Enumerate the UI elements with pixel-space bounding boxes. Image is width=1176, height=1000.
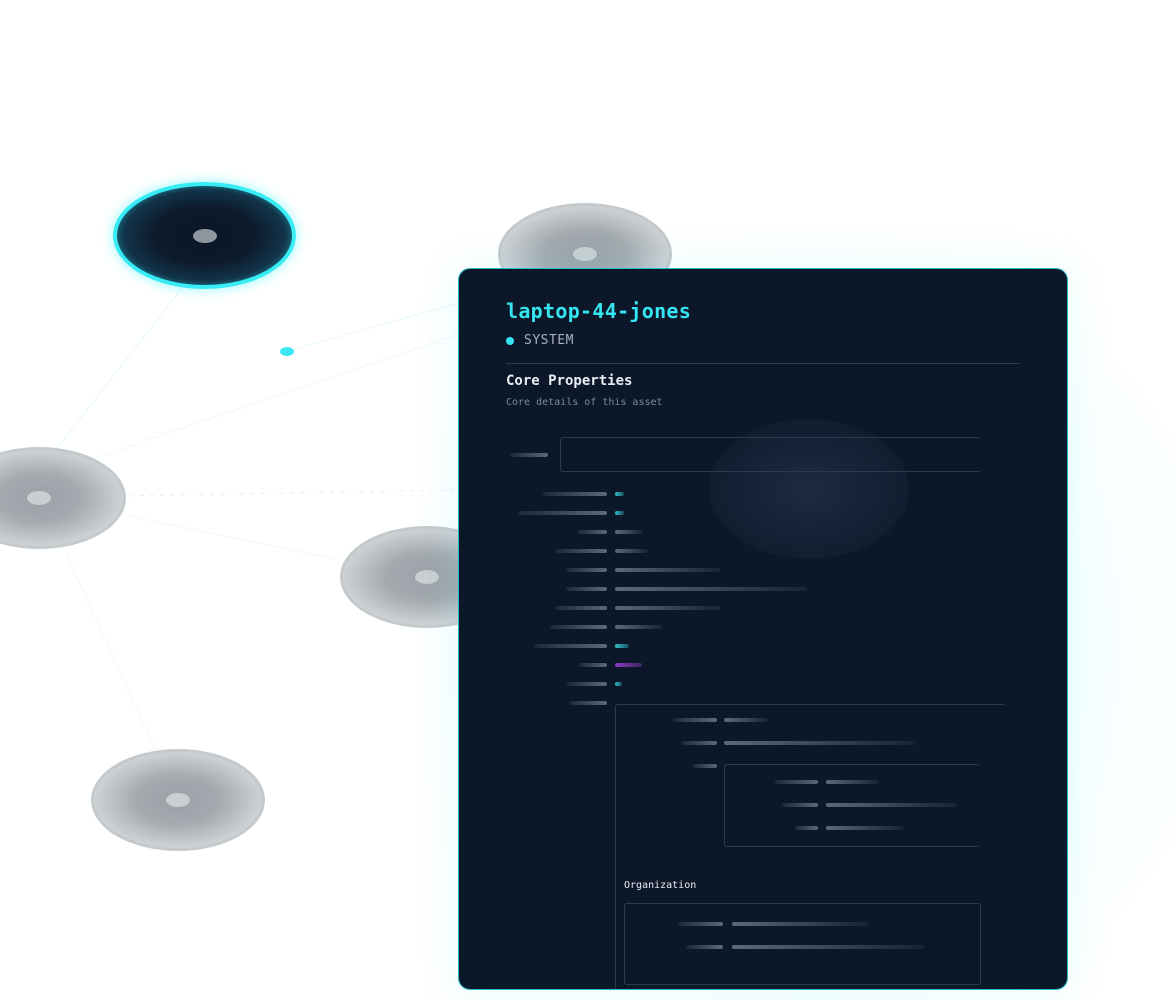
- property-value-placeholder: [615, 530, 643, 534]
- property-value-placeholder: [732, 945, 924, 949]
- graph-node[interactable]: [91, 749, 265, 851]
- graph-node-selected[interactable]: [113, 182, 296, 289]
- property-label-placeholder: [693, 764, 717, 768]
- property-label-placeholder: [534, 644, 607, 648]
- nested-section-title: Organization: [624, 880, 697, 891]
- nested-object-box: [624, 903, 981, 985]
- property-value-placeholder: [724, 718, 769, 722]
- property-label-placeholder: [775, 780, 818, 784]
- divider: [506, 363, 1019, 364]
- property-label-placeholder: [555, 606, 607, 610]
- section-subtitle: Core details of this asset: [506, 397, 663, 408]
- asset-title: laptop-44-jones: [506, 299, 692, 323]
- property-value-placeholder: [826, 803, 956, 807]
- property-label-placeholder: [556, 549, 607, 553]
- property-value-placeholder: [732, 922, 868, 926]
- property-value-placeholder: [615, 511, 624, 515]
- graph-edge-handle: [280, 347, 294, 356]
- property-value-placeholder: [826, 780, 879, 784]
- property-value-placeholder: [615, 663, 642, 667]
- asset-type-label: SYSTEM: [524, 333, 574, 348]
- property-value-placeholder: [615, 682, 622, 686]
- property-label-placeholder: [578, 530, 607, 534]
- property-label-placeholder: [566, 568, 607, 572]
- asset-type: SYSTEM: [506, 333, 574, 348]
- property-label-placeholder: [579, 663, 607, 667]
- asset-detail-panel: laptop-44-jones SYSTEM Core Properties C…: [458, 268, 1068, 990]
- property-value-placeholder: [615, 492, 624, 496]
- property-value-placeholder: [615, 587, 807, 591]
- graph-canvas: laptop-44-jones SYSTEM Core Properties C…: [0, 0, 1176, 1000]
- property-label-placeholder: [782, 803, 818, 807]
- property-value-placeholder: [826, 826, 904, 830]
- property-value-placeholder: [615, 625, 662, 629]
- property-value-placeholder: [615, 568, 721, 572]
- property-label-placeholder: [567, 682, 607, 686]
- property-value-placeholder: [724, 741, 916, 745]
- property-label-placeholder: [686, 945, 723, 949]
- property-input[interactable]: [560, 437, 981, 472]
- property-label-placeholder: [569, 701, 607, 705]
- property-value-placeholder: [615, 606, 721, 610]
- dot-icon: [506, 336, 514, 345]
- property-label-placeholder: [518, 511, 607, 515]
- property-value-placeholder: [615, 644, 629, 648]
- property-label-placeholder: [566, 587, 607, 591]
- section-title: Core Properties: [506, 373, 633, 389]
- property-label-placeholder: [550, 625, 607, 629]
- property-label-placeholder: [510, 453, 548, 457]
- property-label-placeholder: [678, 922, 723, 926]
- property-label-placeholder: [673, 718, 717, 722]
- property-label-placeholder: [795, 826, 818, 830]
- property-label-placeholder: [681, 741, 717, 745]
- property-value-placeholder: [615, 549, 648, 553]
- property-label-placeholder: [543, 492, 607, 496]
